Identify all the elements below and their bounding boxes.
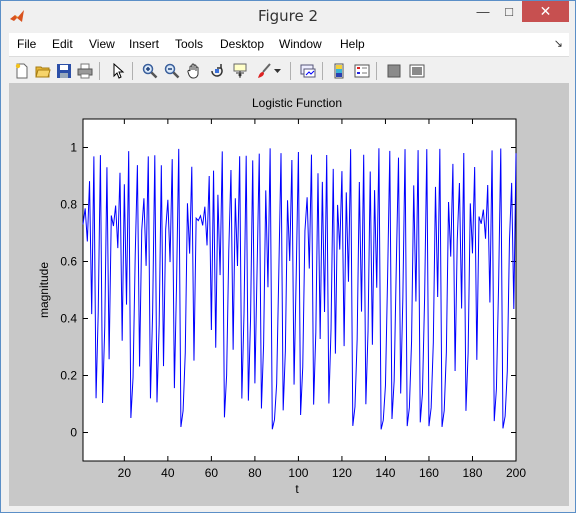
save-icon [57, 64, 71, 78]
link-plot-icon [300, 64, 316, 78]
maximize-icon: □ [505, 4, 513, 19]
hide-plot-tools-icon [387, 64, 401, 78]
toolbar-separator [132, 62, 133, 80]
x-axis-label: t [295, 482, 299, 496]
figure-window: Figure 2 — □ ✕ File Edit View Insert Too… [0, 0, 576, 513]
y-tick-label: 0 [70, 426, 77, 440]
x-tick-label: 60 [205, 466, 219, 480]
menu-insert[interactable]: Insert [129, 37, 159, 51]
insert-legend-icon [354, 64, 370, 78]
show-plot-tools-icon [409, 64, 425, 78]
maximize-button[interactable]: □ [496, 1, 522, 22]
x-tick-label: 20 [118, 466, 132, 480]
hide-plot-tools-button[interactable] [384, 61, 404, 81]
toolbar-separator [322, 62, 323, 80]
zoom-out-icon [164, 63, 180, 79]
menu-view[interactable]: View [89, 37, 115, 51]
zoom-in-icon [142, 63, 158, 79]
pan-button[interactable] [184, 61, 204, 81]
brush-button[interactable] [254, 61, 274, 81]
close-button[interactable]: ✕ [522, 1, 569, 22]
new-figure-button[interactable] [12, 61, 32, 81]
zoom-in-button[interactable] [140, 61, 160, 81]
open-file-icon [35, 66, 51, 78]
toolbar-separator [290, 62, 291, 80]
close-icon: ✕ [539, 3, 552, 19]
toolbar-separator [99, 62, 100, 80]
rotate-3d-button[interactable] [207, 61, 227, 81]
zoom-out-button[interactable] [162, 61, 182, 81]
menu-edit[interactable]: Edit [52, 37, 73, 51]
minimize-icon: — [476, 4, 490, 19]
menu-tools[interactable]: Tools [175, 37, 203, 51]
edit-plot-button[interactable] [108, 61, 128, 81]
menu-help[interactable]: Help [340, 37, 365, 51]
save-button[interactable] [54, 61, 74, 81]
new-figure-icon [15, 63, 28, 79]
show-plot-tools-button[interactable] [407, 61, 427, 81]
y-tick-label: 0.4 [60, 312, 77, 326]
pointer-icon [113, 63, 125, 79]
x-tick-label: 80 [248, 466, 262, 480]
title-bar[interactable]: Figure 2 — □ ✕ [1, 1, 575, 32]
menu-window[interactable]: Window [279, 37, 322, 51]
x-tick-label: 140 [375, 466, 395, 480]
figure-toolbar [9, 56, 569, 84]
insert-legend-button[interactable] [352, 61, 372, 81]
brush-icon [258, 63, 271, 78]
pan-hand-icon [187, 63, 199, 79]
open-file-button[interactable] [33, 61, 53, 81]
insert-colorbar-icon [334, 63, 344, 79]
x-tick-label: 160 [419, 466, 439, 480]
chart-title: Logistic Function [252, 96, 342, 110]
figure-canvas: Logistic Function 20 40 60 80 100 120 140 160 18… [9, 84, 569, 506]
y-tick-label: 0.8 [60, 198, 77, 212]
x-tick-label: 40 [161, 466, 175, 480]
insert-colorbar-button[interactable] [329, 61, 349, 81]
x-tick-label: 180 [462, 466, 482, 480]
x-tick-label: 200 [506, 466, 526, 480]
menu-file[interactable]: File [17, 37, 36, 51]
link-plot-button[interactable] [298, 61, 318, 81]
print-icon [77, 63, 93, 79]
plot-svg[interactable]: Logistic Function 20 40 60 80 100 120 140 160 18… [9, 84, 569, 506]
toolbar-separator [376, 62, 377, 80]
brush-dropdown-icon [274, 69, 281, 73]
rotate-3d-icon [211, 64, 223, 77]
y-tick-label: 0.2 [60, 369, 77, 383]
brush-dropdown-button[interactable] [273, 61, 283, 81]
minimize-button[interactable]: — [470, 1, 496, 22]
data-cursor-icon [233, 63, 247, 78]
dock-arrow-icon[interactable]: ↘ [554, 37, 563, 50]
y-tick-label: 0.6 [60, 255, 77, 269]
x-tick-label: 100 [288, 466, 308, 480]
y-tick-label: 1 [70, 141, 77, 155]
print-button[interactable] [75, 61, 95, 81]
x-tick-label: 120 [332, 466, 352, 480]
y-axis-label: magnitude [37, 262, 51, 318]
menu-desktop[interactable]: Desktop [220, 37, 264, 51]
menu-bar: File Edit View Insert Tools Desktop Wind… [9, 32, 569, 56]
data-cursor-button[interactable] [230, 61, 250, 81]
